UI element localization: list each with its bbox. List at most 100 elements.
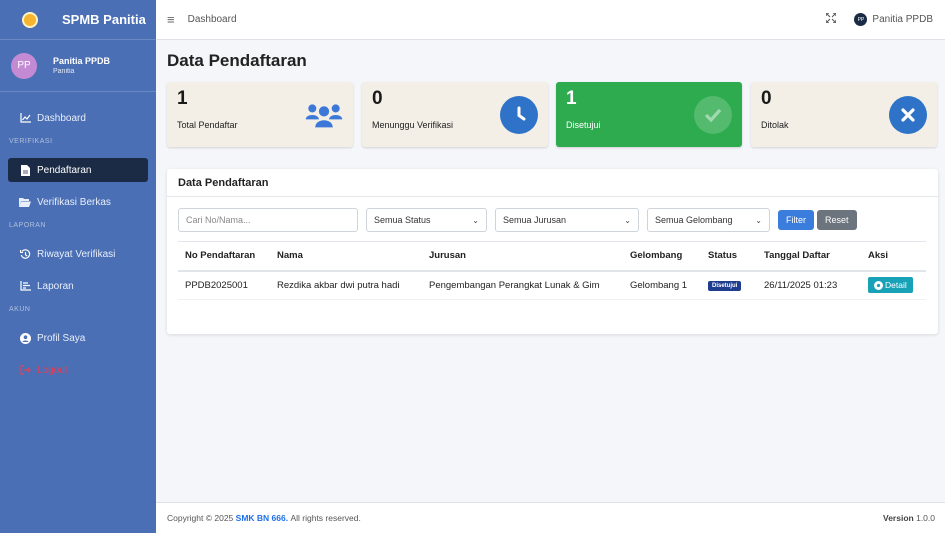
column-header[interactable]: Status [701, 241, 757, 272]
filter-button[interactable]: Filter [778, 210, 814, 230]
user-circle-icon [19, 332, 31, 344]
search-input[interactable]: Cari No/Nama... [178, 208, 358, 232]
brand-logo-icon [22, 11, 38, 28]
cell-nama: Rezdika akbar dwi putra hadi [270, 270, 422, 300]
stat-value: 1 [566, 88, 577, 109]
sidebar-item-profil[interactable]: Profil Saya [8, 326, 148, 350]
sidebar-item-riwayat-verifikasi[interactable]: Riwayat Verifikasi [8, 242, 148, 266]
sign-out-icon [19, 364, 31, 376]
topbar: ≡ Dashboard PP Panitia PPDB [156, 0, 945, 40]
hamburger-menu-icon[interactable]: ≡ [167, 12, 175, 27]
sidebar-item-label: Riwayat Verifikasi [37, 248, 116, 260]
stat-value: 0 [761, 88, 772, 109]
stat-disetujui: 1 Disetujui [556, 82, 742, 147]
sidebar-item-verifikasi-berkas[interactable]: Verifikasi Berkas [8, 190, 148, 214]
times-circle-icon [889, 96, 927, 134]
sidebar-item-label: Profil Saya [37, 332, 86, 344]
column-header[interactable]: Jurusan [422, 241, 623, 272]
sidebar-item-label: Laporan [37, 280, 74, 292]
jurusan-select-value: Semua Jurusan [503, 215, 567, 225]
filter-bar: Cari No/Nama... Semua Status ⌄ Semua Jur… [178, 208, 857, 232]
cell-status: Disetujui [701, 270, 757, 300]
eye-icon [874, 280, 883, 290]
copyright-rights: All rights reserved. [290, 513, 361, 523]
sidebar-item-pendaftaran[interactable]: Pendaftaran [8, 158, 148, 182]
stat-label: Ditolak [761, 120, 789, 130]
cell-gelombang: Gelombang 1 [623, 270, 701, 300]
breadcrumb[interactable]: Dashboard [188, 14, 237, 25]
user-panel[interactable]: PP Panitia PPDB Panitia [0, 40, 156, 92]
topbar-user-name[interactable]: Panitia PPDB [872, 14, 933, 25]
column-header[interactable]: No Pendaftaran [178, 241, 270, 272]
table-row: PPDB2025001 Rezdika akbar dwi putra hadi… [178, 270, 926, 300]
topbar-right: PP Panitia PPDB [825, 12, 933, 26]
version-number: 1.0.0 [916, 513, 935, 523]
history-icon [19, 248, 31, 260]
sidebar-item-label: Verifikasi Berkas [37, 196, 111, 208]
registrations-table: No Pendaftaran Nama Jurusan Gelombang St… [178, 241, 926, 300]
sidebar-item-label: Pendaftaran [37, 164, 92, 176]
column-header[interactable]: Tanggal Daftar [757, 241, 861, 272]
chevron-down-icon: ⌄ [472, 215, 479, 225]
detail-button[interactable]: Detail [868, 277, 913, 294]
version-label: Version [883, 513, 914, 523]
status-badge: Disetujui [708, 281, 742, 292]
nav-header-akun: AKUN [9, 306, 31, 313]
sidebar-item-logout[interactable]: Logout [8, 358, 148, 382]
stat-total-pendaftar: 1 Total Pendaftar [167, 82, 353, 147]
stat-menunggu-verifikasi: 0 Menunggu Verifikasi [362, 82, 548, 147]
table-header-row: No Pendaftaran Nama Jurusan Gelombang St… [178, 241, 926, 272]
chart-line-icon [19, 112, 31, 124]
page-title: Data Pendaftaran [167, 51, 307, 70]
status-select[interactable]: Semua Status ⌄ [366, 208, 487, 232]
sidebar-item-label: Logout [37, 364, 68, 376]
nav-header-verifikasi: VERIFIKASI [9, 138, 53, 145]
folder-open-icon [19, 196, 31, 208]
cell-tanggal: 26/11/2025 01:23 [757, 270, 861, 300]
cell-jurusan: Pengembangan Perangkat Lunak & Gim [422, 270, 623, 300]
sidebar-item-dashboard[interactable]: Dashboard [8, 106, 148, 130]
version-info: Version 1.0.0 [883, 513, 935, 523]
school-link[interactable]: SMK BN 666. [236, 513, 288, 523]
stat-label: Total Pendaftar [177, 120, 238, 130]
cell-aksi: Detail [861, 270, 926, 300]
user-name: Panitia PPDB [53, 56, 111, 66]
avatar: PP [11, 52, 37, 79]
status-select-value: Semua Status [374, 215, 431, 225]
sidebar-item-laporan[interactable]: Laporan [8, 274, 148, 298]
users-icon [305, 96, 343, 134]
sidebar-nav: Dashboard VERIFIKASI Pendaftaran Verifik… [0, 92, 156, 382]
clock-icon [500, 96, 538, 134]
brand[interactable]: SPMB Panitia [0, 0, 156, 40]
card-title: Data Pendaftaran [167, 169, 938, 197]
jurusan-select[interactable]: Semua Jurusan ⌄ [495, 208, 639, 232]
gelombang-select-value: Semua Gelombang [655, 215, 733, 225]
stat-value: 1 [177, 88, 188, 109]
stat-label: Menunggu Verifikasi [372, 120, 454, 130]
cell-no-pendaftaran: PPDB2025001 [178, 270, 270, 300]
nav-header-laporan: LAPORAN [9, 222, 46, 229]
user-role: Panitia [53, 68, 75, 75]
stat-value: 0 [372, 88, 383, 109]
chart-bar-icon [19, 280, 31, 292]
file-icon [19, 164, 31, 176]
stat-label: Disetujui [566, 120, 601, 130]
sidebar: SPMB Panitia PP Panitia PPDB Panitia Das… [0, 0, 156, 533]
column-header: Aksi [861, 241, 926, 272]
data-card: Data Pendaftaran Cari No/Nama... Semua S… [167, 169, 938, 334]
copyright-prefix: Copyright © 2025 [167, 513, 234, 523]
sidebar-item-label: Dashboard [37, 112, 86, 124]
topbar-avatar[interactable]: PP [854, 13, 868, 26]
column-header[interactable]: Nama [270, 241, 422, 272]
brand-text: SPMB Panitia [62, 12, 146, 27]
gelombang-select[interactable]: Semua Gelombang ⌄ [647, 208, 770, 232]
column-header[interactable]: Gelombang [623, 241, 701, 272]
reset-button[interactable]: Reset [817, 210, 857, 230]
stat-ditolak: 0 Ditolak [751, 82, 937, 147]
chevron-down-icon: ⌄ [755, 215, 762, 225]
detail-label: Detail [885, 280, 907, 291]
footer: Copyright © 2025 SMK BN 666. All rights … [156, 502, 945, 533]
check-circle-icon [694, 96, 732, 134]
chevron-down-icon: ⌄ [624, 215, 631, 225]
fullscreen-icon[interactable] [825, 12, 838, 26]
